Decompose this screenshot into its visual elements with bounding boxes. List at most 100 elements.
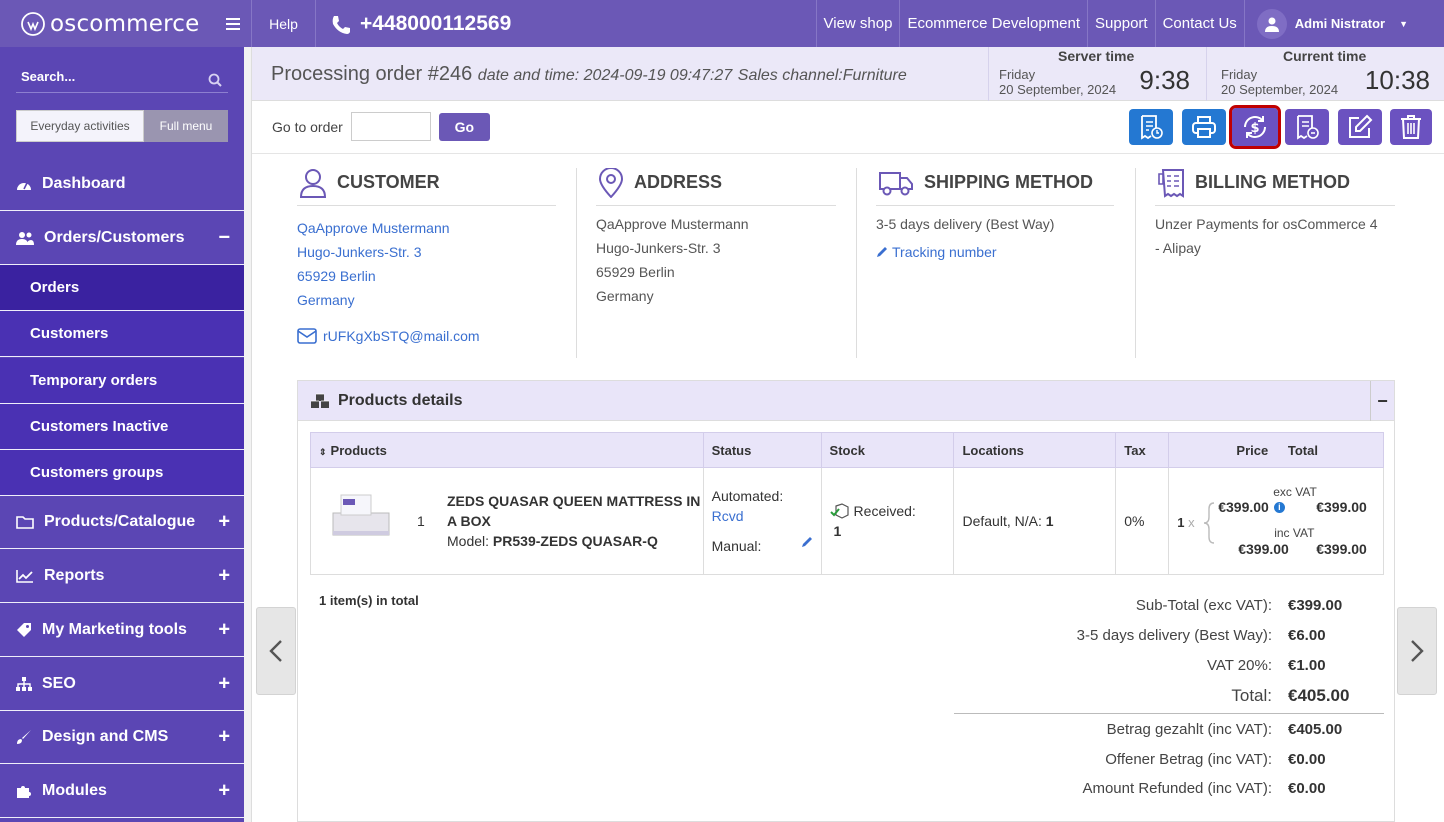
- delete-order-button[interactable]: [1390, 109, 1432, 145]
- order-number-input[interactable]: [350, 112, 431, 141]
- print-button[interactable]: [1182, 109, 1226, 145]
- sidebar-item-customers[interactable]: Customers: [0, 311, 244, 357]
- order-datetime: date and time: 2024-09-19 09:47:27: [477, 67, 733, 84]
- product-image[interactable]: [331, 491, 403, 551]
- tracking-number-link[interactable]: Tracking number: [876, 240, 1114, 264]
- expand-icon: +: [218, 672, 230, 695]
- edit-order-button[interactable]: [1338, 109, 1382, 145]
- server-date: 20 September, 2024: [999, 82, 1117, 97]
- order-toolbar: Go to order Go $: [252, 101, 1444, 154]
- customer-title: CUSTOMER: [337, 172, 440, 192]
- menu-icon[interactable]: [215, 0, 252, 47]
- products-panel: Products details − ⇕ Products Status Stoc…: [297, 380, 1395, 822]
- puzzle-icon: [16, 783, 32, 799]
- sidebar-item-customers-groups[interactable]: Customers groups: [0, 450, 244, 496]
- totals-row: Betrag gezahlt (inc VAT): €405.00: [962, 721, 1382, 738]
- info-icon[interactable]: i: [1273, 501, 1285, 513]
- customer-street[interactable]: Hugo-Junkers-Str. 3: [297, 244, 422, 260]
- full-menu-button[interactable]: Full menu: [144, 110, 228, 142]
- sidebar-item-reports[interactable]: Reports +: [0, 550, 244, 603]
- refund-button[interactable]: $: [1229, 105, 1281, 149]
- phone-number: +448000112569: [316, 0, 816, 47]
- totals-label: Total:: [1231, 686, 1272, 705]
- products-panel-header: Products details −: [298, 381, 1394, 421]
- billing-method-line1: Unzer Payments for osCommerce 4: [1155, 216, 1378, 232]
- sidebar-resize-handle[interactable]: [244, 47, 252, 822]
- totals-row: Sub-Total (exc VAT): €399.00: [962, 597, 1382, 614]
- chevron-left-icon: [269, 639, 283, 663]
- address-street: Hugo-Junkers-Str. 3: [596, 240, 721, 256]
- sidebar-item-label: Customers: [30, 325, 109, 342]
- credit-note-button[interactable]: [1285, 109, 1329, 145]
- user-menu[interactable]: Admi Nistrator ▼: [1243, 0, 1444, 47]
- previous-order-button[interactable]: [256, 607, 296, 695]
- sidebar-item-orders[interactable]: Orders: [0, 265, 244, 311]
- next-order-button[interactable]: [1397, 607, 1437, 695]
- sidebar-item-dashboard[interactable]: Dashboard: [0, 158, 244, 211]
- sidebar-item-marketing[interactable]: My Marketing tools +: [0, 604, 244, 657]
- customer-name-link[interactable]: QaApprove Mustermann: [297, 220, 450, 236]
- sidebar-item-label: Dashboard: [42, 175, 126, 192]
- sidebar-item-design-cms[interactable]: Design and CMS +: [0, 711, 244, 764]
- tracking-number-label[interactable]: Tracking number: [892, 240, 997, 264]
- product-model: Model: PR539-ZEDS QUASAR-Q: [447, 533, 658, 549]
- collapse-panel-button[interactable]: −: [1370, 381, 1394, 421]
- expand-icon: +: [218, 725, 230, 748]
- search-placeholder: Search...: [21, 69, 76, 84]
- customer-city[interactable]: 65929 Berlin: [297, 268, 376, 284]
- expand-icon: +: [218, 564, 230, 587]
- sidebar-item-orders-customers[interactable]: Orders/Customers −: [0, 212, 244, 265]
- column-header-price-total: Price Total: [1168, 432, 1384, 468]
- status-manual-label: Manual:: [711, 538, 762, 554]
- items-total: 1 item(s) in total: [319, 593, 419, 608]
- status-automated-value[interactable]: Rcvd: [712, 506, 821, 526]
- totals-value: €405.00: [1288, 686, 1350, 705]
- product-cell: 1 ZEDS QUASAR QUEEN MATTRESS IN A BOX Mod…: [310, 467, 704, 575]
- address-country: Germany: [596, 288, 654, 304]
- customer-country[interactable]: Germany: [297, 292, 355, 308]
- search-icon[interactable]: [208, 73, 222, 87]
- contact-us-link[interactable]: Contact Us: [1154, 0, 1244, 47]
- totals-label: 3-5 days delivery (Best Way):: [1076, 627, 1272, 644]
- go-button[interactable]: Go: [438, 112, 490, 141]
- ecommerce-development-link[interactable]: Ecommerce Development: [899, 0, 1087, 47]
- address-city: 65929 Berlin: [596, 264, 675, 280]
- menu-mode-toggle: Everyday activities Full menu: [16, 110, 228, 142]
- sidebar-item-temporary-orders[interactable]: Temporary orders: [0, 358, 244, 404]
- totals-label: VAT 20%:: [1206, 657, 1272, 674]
- sitemap-icon: [16, 677, 32, 691]
- current-clock: 10:38: [1364, 65, 1430, 95]
- stock-cell: Received: 1: [820, 467, 955, 575]
- sidebar-item-label: Design and CMS: [42, 728, 169, 745]
- location-qty: 1: [1045, 513, 1054, 529]
- column-header-products[interactable]: ⇕ Products: [310, 432, 704, 468]
- product-name[interactable]: ZEDS QUASAR QUEEN MATTRESS IN A BOX: [447, 491, 700, 531]
- totals-value: €0.00: [1288, 780, 1326, 797]
- invoice-button[interactable]: [1129, 109, 1173, 145]
- sidebar-item-modules[interactable]: Modules +: [0, 765, 244, 818]
- support-link[interactable]: Support: [1087, 0, 1155, 47]
- totals-label: Offener Betrag (inc VAT):: [1105, 751, 1272, 768]
- price-multiplier: x: [1188, 515, 1195, 530]
- column-divider: [1135, 168, 1136, 358]
- search-input[interactable]: Search...: [16, 65, 228, 93]
- sales-channel: Sales channel:Furniture: [737, 67, 907, 84]
- logo[interactable]: oscommerce: [0, 0, 215, 47]
- everyday-activities-button[interactable]: Everyday activities: [16, 110, 144, 142]
- pencil-icon[interactable]: [801, 536, 813, 556]
- sort-icon: ⇕: [319, 446, 327, 457]
- view-shop-link[interactable]: View shop: [815, 0, 900, 47]
- status-automated-label: Automated:: [711, 488, 784, 504]
- customer-email-link[interactable]: rUFKgXbSTQ@mail.com: [323, 324, 480, 348]
- sidebar-item-seo[interactable]: SEO +: [0, 658, 244, 711]
- chevron-right-icon: [1410, 639, 1424, 663]
- sidebar-item-products-catalogue[interactable]: Products/Catalogue +: [0, 496, 244, 549]
- billing-title: BILLING METHOD: [1195, 172, 1350, 192]
- collapse-icon: −: [218, 226, 230, 249]
- logo-icon: [20, 11, 46, 37]
- column-header-status: Status: [702, 432, 822, 468]
- help-link[interactable]: Help: [252, 0, 316, 47]
- sidebar-item-customers-inactive[interactable]: Customers Inactive: [0, 404, 244, 450]
- customer-email[interactable]: rUFKgXbSTQ@mail.com: [297, 324, 556, 348]
- person-icon: [299, 168, 327, 198]
